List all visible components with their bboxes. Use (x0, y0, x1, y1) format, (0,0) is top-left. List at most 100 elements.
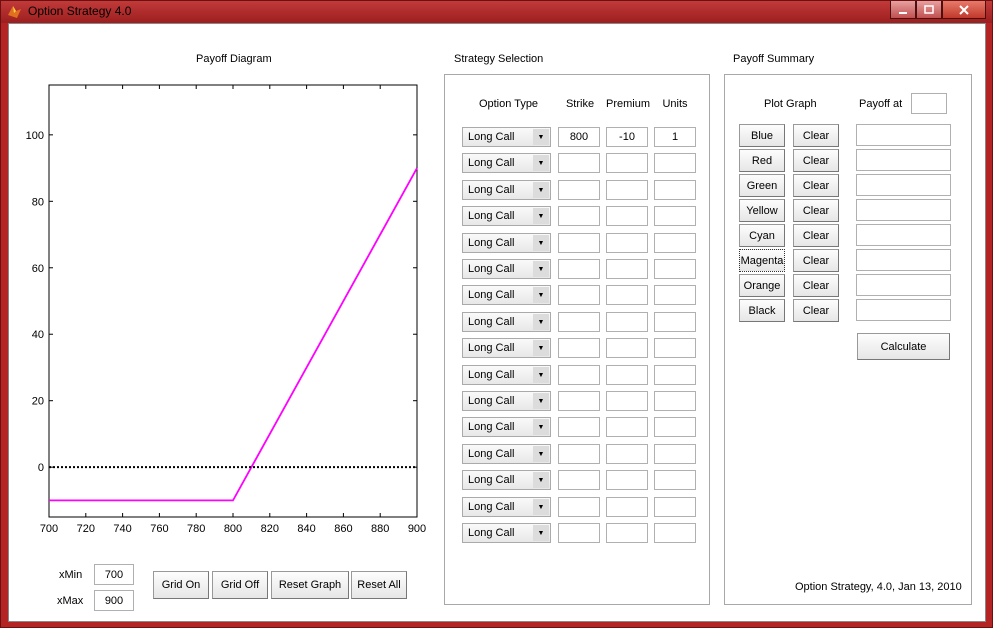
option-type-select[interactable]: Long Call ▼ (462, 497, 551, 517)
strike-input[interactable] (558, 417, 600, 437)
units-input[interactable] (654, 206, 696, 226)
units-input[interactable] (654, 417, 696, 437)
premium-input[interactable] (606, 365, 648, 385)
option-type-select[interactable]: Long Call ▼ (462, 259, 551, 279)
option-type-select[interactable]: Long Call ▼ (462, 285, 551, 305)
premium-input[interactable] (606, 312, 648, 332)
units-input[interactable] (654, 391, 696, 411)
maximize-button[interactable] (916, 1, 942, 19)
premium-input[interactable] (606, 233, 648, 253)
strike-input[interactable] (558, 444, 600, 464)
units-input[interactable] (654, 470, 696, 490)
option-type-select[interactable]: Long Call ▼ (462, 523, 551, 543)
option-type-select[interactable]: Long Call ▼ (462, 233, 551, 253)
chevron-down-icon[interactable]: ▼ (533, 419, 549, 435)
plot-magenta-button[interactable]: Magenta (739, 249, 785, 272)
chevron-down-icon[interactable]: ▼ (533, 155, 549, 171)
plot-black-button[interactable]: Black (739, 299, 785, 322)
option-type-select[interactable]: Long Call ▼ (462, 206, 551, 226)
premium-input[interactable] (606, 180, 648, 200)
plot-orange-button[interactable]: Orange (739, 274, 785, 297)
strike-input[interactable] (558, 127, 600, 147)
chevron-down-icon[interactable]: ▼ (533, 182, 549, 198)
option-type-select[interactable]: Long Call ▼ (462, 470, 551, 490)
chevron-down-icon[interactable]: ▼ (533, 314, 549, 330)
units-input[interactable] (654, 285, 696, 305)
title-bar[interactable]: Option Strategy 4.0 (1, 1, 992, 23)
premium-input[interactable] (606, 523, 648, 543)
premium-input[interactable] (606, 444, 648, 464)
clear-cyan-button[interactable]: Clear (793, 224, 839, 247)
premium-input[interactable] (606, 206, 648, 226)
strike-input[interactable] (558, 180, 600, 200)
grid-off-button[interactable]: Grid Off (212, 571, 268, 599)
reset-all-button[interactable]: Reset All (351, 571, 407, 599)
xmin-input[interactable] (94, 564, 134, 585)
premium-input[interactable] (606, 470, 648, 490)
chevron-down-icon[interactable]: ▼ (533, 499, 549, 515)
plot-green-button[interactable]: Green (739, 174, 785, 197)
option-type-select[interactable]: Long Call ▼ (462, 153, 551, 173)
chevron-down-icon[interactable]: ▼ (533, 208, 549, 224)
chevron-down-icon[interactable]: ▼ (533, 393, 549, 409)
strike-input[interactable] (558, 523, 600, 543)
option-type-select[interactable]: Long Call ▼ (462, 365, 551, 385)
option-type-select[interactable]: Long Call ▼ (462, 338, 551, 358)
chevron-down-icon[interactable]: ▼ (533, 340, 549, 356)
units-input[interactable] (654, 523, 696, 543)
strike-input[interactable] (558, 312, 600, 332)
chevron-down-icon[interactable]: ▼ (533, 472, 549, 488)
option-type-select[interactable]: Long Call ▼ (462, 391, 551, 411)
strike-input[interactable] (558, 365, 600, 385)
units-input[interactable] (654, 259, 696, 279)
premium-input[interactable] (606, 338, 648, 358)
clear-red-button[interactable]: Clear (793, 149, 839, 172)
strike-input[interactable] (558, 206, 600, 226)
premium-input[interactable] (606, 259, 648, 279)
premium-input[interactable] (606, 417, 648, 437)
plot-red-button[interactable]: Red (739, 149, 785, 172)
clear-orange-button[interactable]: Clear (793, 274, 839, 297)
plot-yellow-button[interactable]: Yellow (739, 199, 785, 222)
chevron-down-icon[interactable]: ▼ (533, 367, 549, 383)
units-input[interactable] (654, 312, 696, 332)
calculate-button[interactable]: Calculate (857, 333, 950, 360)
option-type-select[interactable]: Long Call ▼ (462, 312, 551, 332)
chevron-down-icon[interactable]: ▼ (533, 525, 549, 541)
strike-input[interactable] (558, 391, 600, 411)
xmax-input[interactable] (94, 590, 134, 611)
strike-input[interactable] (558, 153, 600, 173)
clear-black-button[interactable]: Clear (793, 299, 839, 322)
units-input[interactable] (654, 180, 696, 200)
strike-input[interactable] (558, 470, 600, 490)
clear-magenta-button[interactable]: Clear (793, 249, 839, 272)
units-input[interactable] (654, 233, 696, 253)
units-input[interactable] (654, 153, 696, 173)
option-type-select[interactable]: Long Call ▼ (462, 180, 551, 200)
strike-input[interactable] (558, 285, 600, 305)
chevron-down-icon[interactable]: ▼ (533, 235, 549, 251)
units-input[interactable] (654, 444, 696, 464)
units-input[interactable] (654, 127, 696, 147)
units-input[interactable] (654, 338, 696, 358)
plot-cyan-button[interactable]: Cyan (739, 224, 785, 247)
grid-on-button[interactable]: Grid On (153, 571, 209, 599)
plot-blue-button[interactable]: Blue (739, 124, 785, 147)
chevron-down-icon[interactable]: ▼ (533, 446, 549, 462)
strike-input[interactable] (558, 497, 600, 517)
premium-input[interactable] (606, 153, 648, 173)
chevron-down-icon[interactable]: ▼ (533, 129, 549, 145)
premium-input[interactable] (606, 391, 648, 411)
premium-input[interactable] (606, 285, 648, 305)
units-input[interactable] (654, 497, 696, 517)
option-type-select[interactable]: Long Call ▼ (462, 444, 551, 464)
payoff-at-input[interactable] (911, 93, 947, 114)
chevron-down-icon[interactable]: ▼ (533, 287, 549, 303)
strike-input[interactable] (558, 233, 600, 253)
clear-green-button[interactable]: Clear (793, 174, 839, 197)
strike-input[interactable] (558, 259, 600, 279)
chevron-down-icon[interactable]: ▼ (533, 261, 549, 277)
premium-input[interactable] (606, 497, 648, 517)
option-type-select[interactable]: Long Call ▼ (462, 127, 551, 147)
minimize-button[interactable] (890, 1, 916, 19)
